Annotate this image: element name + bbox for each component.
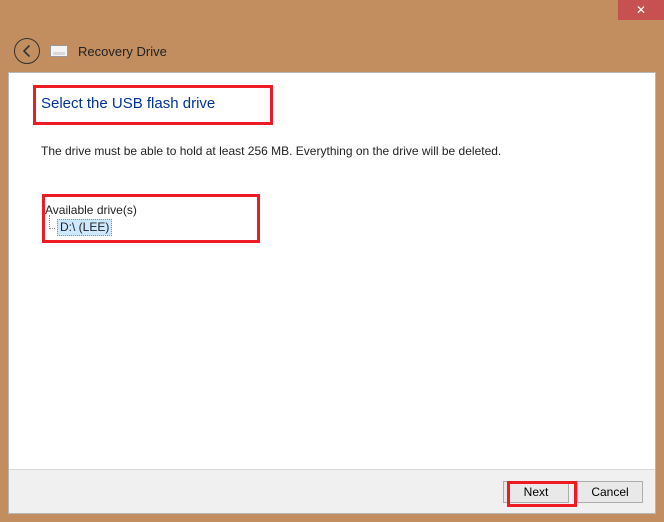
close-icon: ✕ — [636, 3, 646, 17]
next-button[interactable]: Next — [503, 481, 569, 503]
tree-connector-icon — [49, 215, 55, 229]
content-area: Select the USB flash drive The drive mus… — [9, 73, 655, 239]
client-area: Select the USB flash drive The drive mus… — [8, 72, 656, 514]
wizard-title: Recovery Drive — [78, 44, 167, 59]
back-arrow-icon — [20, 44, 34, 58]
available-drives-label: Available drive(s) — [45, 203, 249, 217]
drive-tree-item[interactable]: D:\ (LEE) — [45, 219, 249, 236]
page-heading: Select the USB flash drive — [41, 91, 623, 116]
titlebar: ✕ — [0, 0, 664, 30]
available-drives-section: Available drive(s) D:\ (LEE) — [41, 200, 253, 239]
page-description: The drive must be able to hold at least … — [41, 144, 623, 158]
drive-icon — [50, 45, 68, 57]
wizard-header: Recovery Drive — [0, 30, 664, 72]
drive-item-label: D:\ (LEE) — [57, 219, 112, 236]
close-button[interactable]: ✕ — [618, 0, 664, 20]
back-button[interactable] — [14, 38, 40, 64]
cancel-button[interactable]: Cancel — [577, 481, 643, 503]
button-bar: Next Cancel — [9, 469, 655, 513]
